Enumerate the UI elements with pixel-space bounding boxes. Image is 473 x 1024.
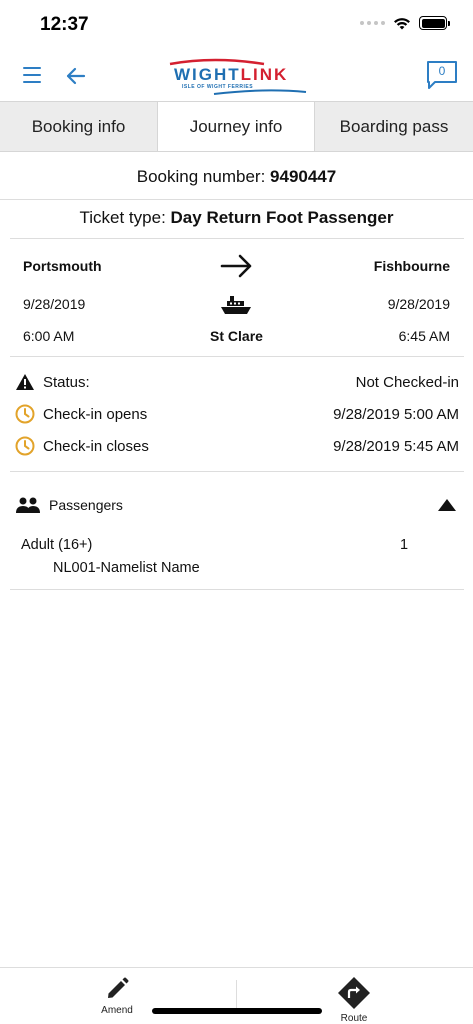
origin-port: Portsmouth <box>23 258 102 274</box>
arrive-date: 9/28/2019 <box>387 296 450 312</box>
chat-count: 0 <box>438 64 446 78</box>
divider <box>10 356 464 357</box>
booking-number-label: Booking number: <box>136 167 266 186</box>
clock-icon <box>15 404 35 424</box>
battery-icon <box>419 16 450 30</box>
ticket-type-row: Ticket type: Day Return Foot Passenger <box>0 208 473 228</box>
passengers-title: Passengers <box>49 497 123 513</box>
divider <box>10 471 464 472</box>
divider <box>0 199 473 200</box>
checkin-opens-row: Check-in opens 9/28/2019 5:00 AM <box>15 402 459 426</box>
tab-booking-info[interactable]: Booking info <box>0 102 157 151</box>
logo-tagline: ISLE OF WIGHT FERRIES <box>182 84 254 90</box>
depart-date: 9/28/2019 <box>23 296 86 312</box>
logo-word-wight: WIGHT <box>174 65 241 84</box>
wifi-icon <box>394 17 410 29</box>
collapse-toggle[interactable] <box>435 494 459 516</box>
status-value: Not Checked-in <box>355 373 459 391</box>
divider <box>10 238 464 239</box>
arrive-time: 6:45 AM <box>398 328 450 344</box>
divider <box>10 589 464 590</box>
arrow-right-icon <box>220 254 252 278</box>
status-time: 12:37 <box>40 14 89 35</box>
tab-journey-info[interactable]: Journey info <box>157 102 315 151</box>
passenger-category: Adult (16+) <box>21 537 93 553</box>
divider <box>236 980 237 1010</box>
clock-icon <box>15 436 35 456</box>
destination-port: Fishbourne <box>373 258 450 274</box>
status-bar: 12:37 <box>0 0 473 50</box>
bottom-toolbar: Amend Route <box>0 967 473 1024</box>
passengers-header: Passengers <box>15 491 459 519</box>
checkin-opens-value: 9/28/2019 5:00 AM <box>333 405 459 423</box>
passenger-name: NL001-Namelist Name <box>53 560 200 576</box>
tab-bar: Booking info Journey info Boarding pass <box>0 101 473 152</box>
triangle-up-icon <box>438 499 456 511</box>
booking-number-row: Booking number: 9490447 <box>0 167 473 187</box>
passenger-count: 1 <box>400 537 409 553</box>
menu-icon[interactable] <box>20 64 44 86</box>
back-arrow-icon[interactable] <box>62 62 90 90</box>
amend-button[interactable]: Amend <box>87 976 147 1016</box>
ticket-type-label: Ticket type: <box>79 208 166 227</box>
signal-icon <box>360 21 385 25</box>
status-label: Status: <box>43 373 90 391</box>
pencil-icon <box>108 977 129 998</box>
checkin-closes-row: Check-in closes 9/28/2019 5:45 AM <box>15 434 459 458</box>
chat-button[interactable]: 0 <box>426 60 458 90</box>
people-icon <box>16 497 40 513</box>
home-indicator[interactable] <box>152 1008 322 1014</box>
status-icons <box>360 16 450 30</box>
checkin-opens-label: Check-in opens <box>43 405 148 423</box>
ticket-type: Day Return Foot Passenger <box>170 208 394 227</box>
warning-icon <box>16 374 34 390</box>
amend-label: Amend <box>101 1005 133 1016</box>
ferry-icon <box>221 296 251 314</box>
tab-boarding-pass[interactable]: Boarding pass <box>315 102 473 151</box>
logo-word-link: LINK <box>240 65 289 84</box>
booking-number: 9490447 <box>270 167 337 186</box>
route-directions-icon <box>338 977 370 1009</box>
route-button[interactable]: Route <box>324 976 384 1024</box>
app-header: WIGHTLINK ISLE OF WIGHT FERRIES 0 <box>0 50 473 101</box>
checkin-closes-label: Check-in closes <box>43 437 149 455</box>
checkin-status-row: Status: Not Checked-in <box>15 370 459 394</box>
wightlink-logo: WIGHTLINK ISLE OF WIGHT FERRIES <box>164 58 310 96</box>
route-label: Route <box>340 1013 368 1024</box>
checkin-closes-value: 9/28/2019 5:45 AM <box>333 437 459 455</box>
